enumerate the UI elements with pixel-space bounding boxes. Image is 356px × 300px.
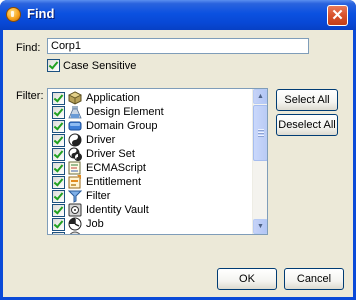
item-label: Entitlement: [86, 176, 142, 188]
item-checkbox[interactable]: [52, 176, 65, 189]
item-checkbox[interactable]: [52, 232, 65, 234]
vertical-scrollbar[interactable]: ▲ ▼: [252, 89, 267, 234]
app-icon: [6, 7, 21, 22]
list-item[interactable]: Application: [48, 91, 253, 105]
list-item[interactable]: Domain Group: [48, 119, 253, 133]
ok-button[interactable]: OK: [217, 268, 277, 290]
find-dialog: Find ✕ Find: Corp1 Case Sensitive Filter…: [0, 0, 356, 300]
title-bar[interactable]: Find ✕: [0, 0, 356, 30]
filter-list[interactable]: Application Design Element Domain Group: [47, 88, 268, 235]
list-item[interactable]: Driver Set: [48, 147, 253, 161]
design-element-icon: [68, 105, 82, 119]
thumb-grip: [258, 135, 264, 136]
item-checkbox[interactable]: [52, 148, 65, 161]
domain-group-icon: [68, 119, 82, 133]
find-input[interactable]: Corp1: [47, 38, 309, 54]
cancel-button[interactable]: Cancel: [284, 268, 344, 290]
job-icon: [68, 217, 82, 231]
filter-label: Filter:: [16, 90, 44, 102]
list-item[interactable]: Entitlement: [48, 175, 253, 189]
list-item[interactable]: Driver: [48, 133, 253, 147]
list-item[interactable]: Job: [48, 217, 253, 231]
thumb-grip: [258, 129, 264, 130]
item-label: Driver Set: [86, 148, 135, 160]
list-item[interactable]: Identity Vault: [48, 203, 253, 217]
entitlement-icon: [68, 175, 82, 189]
thumb-grip: [258, 132, 264, 133]
item-checkbox[interactable]: [52, 92, 65, 105]
application-icon: [68, 91, 82, 105]
scroll-up-button[interactable]: ▲: [253, 89, 267, 104]
next-item-icon: [68, 231, 82, 234]
list-item[interactable]: Filter: [48, 189, 253, 203]
item-checkbox[interactable]: [52, 106, 65, 119]
ecmascript-icon: [68, 161, 82, 175]
scroll-thumb[interactable]: [253, 105, 267, 161]
dialog-body: Find: Corp1 Case Sensitive Filter: Appli…: [3, 30, 353, 297]
case-sensitive-label[interactable]: Case Sensitive: [63, 60, 136, 72]
case-sensitive-checkbox[interactable]: [47, 59, 60, 72]
identity-vault-icon: [68, 203, 82, 217]
window-title: Find: [27, 6, 55, 21]
item-label: Application: [86, 92, 140, 104]
list-item[interactable]: [48, 231, 253, 234]
item-label: ECMAScript: [86, 162, 146, 174]
select-all-button[interactable]: Select All: [276, 89, 338, 111]
item-checkbox[interactable]: [52, 120, 65, 133]
item-label: Identity Vault: [86, 204, 149, 216]
close-button[interactable]: ✕: [327, 5, 348, 26]
item-label: Job: [86, 218, 104, 230]
item-label: Domain Group: [86, 120, 158, 132]
find-label: Find:: [16, 42, 41, 54]
filter-icon: [67, 189, 83, 203]
item-checkbox[interactable]: [52, 162, 65, 175]
scroll-down-button[interactable]: ▼: [253, 219, 267, 234]
item-checkbox[interactable]: [52, 218, 65, 231]
item-label: Design Element: [86, 106, 164, 118]
item-label: Filter: [86, 190, 111, 202]
item-label: Driver: [86, 134, 116, 146]
deselect-all-button[interactable]: Deselect All: [276, 114, 338, 136]
item-checkbox[interactable]: [52, 134, 65, 147]
driver-icon: [68, 133, 82, 147]
list-item[interactable]: Design Element: [48, 105, 253, 119]
item-checkbox[interactable]: [52, 190, 65, 203]
driver-set-icon: [68, 147, 82, 161]
list-item[interactable]: ECMAScript: [48, 161, 253, 175]
item-checkbox[interactable]: [52, 204, 65, 217]
